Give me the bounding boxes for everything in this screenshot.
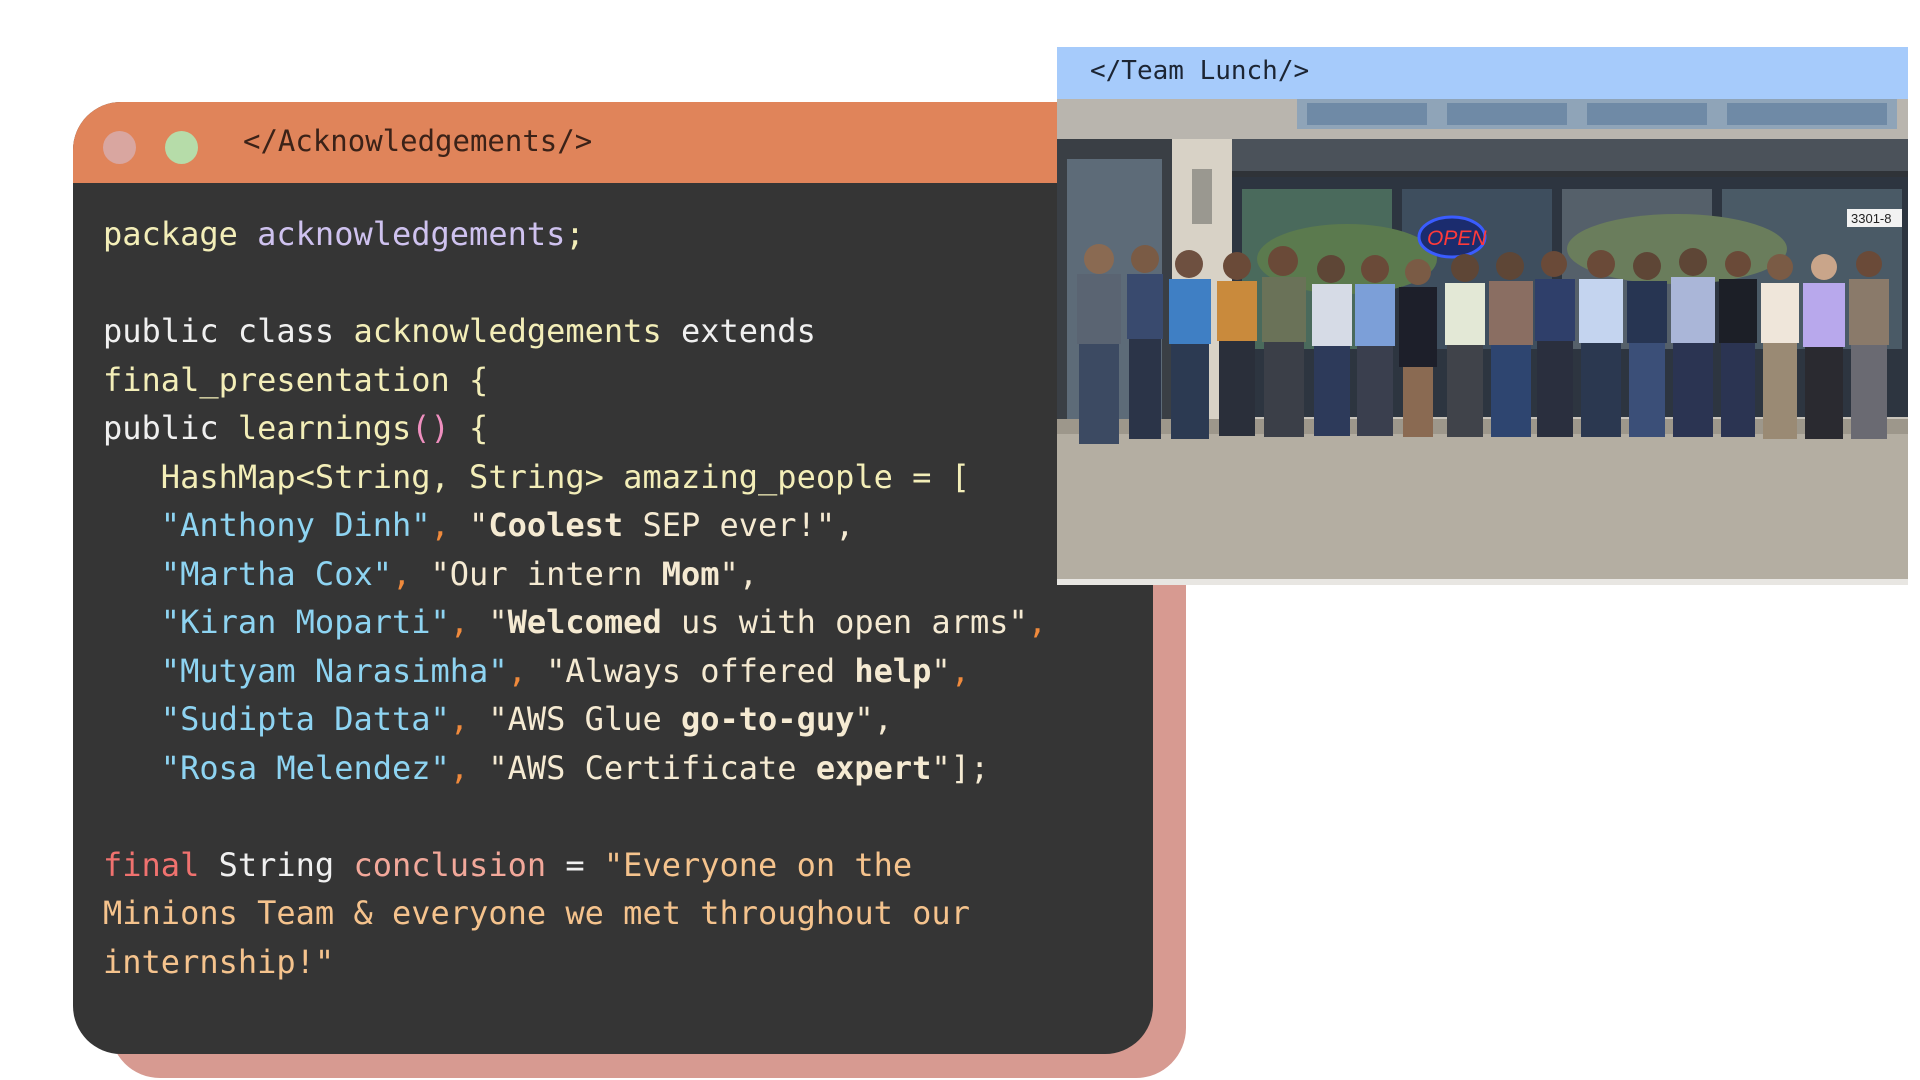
window-control-dot[interactable] [165,131,198,164]
code-token: SEP ever!", [623,506,855,544]
code-token: ", [854,700,893,738]
code-token: " [488,603,508,641]
code-token: final_presentation { [103,360,489,399]
code-token: HashMap<String, String> amazing_people =… [103,457,970,496]
code-token: acknowledgements [353,312,681,350]
code-window: </Acknowledgements/> package acknowledge… [73,102,1153,1054]
code-line: "Anthony Dinh", "Coolest SEP ever!", [103,501,1047,550]
code-token: "Rosa Melendez" [103,748,450,787]
code-token: class [237,312,354,350]
window-control-dot[interactable] [103,131,136,164]
photo-window-titlebar: </Team Lunch/> [1057,47,1908,99]
code-token: expert [815,748,932,787]
address-text: 3301-8 [1851,211,1891,226]
code-token: , [507,651,547,690]
code-token: final [103,845,219,884]
code-token: package [103,215,258,253]
code-line: internship!" [103,938,1047,987]
code-token: acknowledgements [257,215,566,253]
code-token: , [950,651,970,690]
code-token: " [931,651,951,690]
code-token: "Mutyam Narasimha" [103,651,508,690]
code-token: us with open arms" [661,603,1028,641]
code-token: "Anthony Dinh" [103,506,431,544]
code-line: HashMap<String, String> amazing_people =… [103,453,1047,502]
code-line: "Martha Cox", "Our intern Mom", [103,550,1047,599]
code-token: ", [719,554,759,593]
open-sign-text: OPEN [1427,227,1487,250]
code-token: , [430,506,470,544]
code-token: learnings [237,409,412,447]
code-line: final_presentation { [103,356,1047,405]
code-token: { [449,409,489,447]
code-line: "Rosa Melendez", "AWS Certificate expert… [103,744,1047,793]
code-line: package acknowledgements; [103,210,1047,259]
code-line: "Kiran Moparti", "Welcomed us with open … [103,598,1047,647]
code-token: ; [565,215,585,253]
code-line: "Sudipta Datta", "AWS Glue go-to-guy", [103,695,1047,744]
team-lunch-photo: 3301-8 OPEN [1057,99,1908,585]
code-token: public [103,409,238,447]
code-window-titlebar: </Acknowledgements/> [73,102,1153,183]
code-token: "Everyone on the [603,845,913,884]
code-token: Mom [661,554,720,593]
code-token: Minions Team & everyone we met throughou… [103,894,970,932]
photo-window-title: </Team Lunch/> [1090,56,1310,86]
code-token: "Our intern [430,554,662,593]
code-token: Coolest [488,506,624,544]
code-token: "Always offered [546,651,855,690]
code-line: public class acknowledgements extends [103,307,1047,356]
code-token: help [854,651,932,690]
code-token: , [391,554,431,593]
photo-window: </Team Lunch/> 3301-8 OPEN [1057,47,1908,585]
code-token: "AWS Certificate [488,748,816,787]
code-token: = [546,845,604,884]
code-line: final String conclusion = "Everyone on t… [103,841,1047,890]
code-token: () [411,409,450,447]
code-line: public learnings() { [103,404,1047,453]
code-token: "]; [931,748,990,787]
code-token: , [449,603,489,641]
code-token: "Martha Cox" [103,554,392,593]
code-line: "Mutyam Narasimha", "Always offered help… [103,647,1047,696]
code-token: " [469,506,489,544]
code-token: , [449,700,489,738]
code-window-title: </Acknowledgements/> [243,124,593,158]
code-token: "Sudipta Datta" [103,700,450,738]
code-token: extends [680,312,816,350]
code-block: package acknowledgements; public class a… [103,210,1047,986]
code-token: go-to-guy [680,700,855,738]
code-token: String [218,845,354,884]
code-token: conclusion [353,845,547,884]
code-token: public [103,312,238,350]
code-token: , [1027,603,1048,641]
code-token: "Kiran Moparti" [103,603,450,641]
code-token: "AWS Glue [488,700,681,738]
code-token: internship!" [103,942,335,981]
code-token: , [449,748,489,787]
code-line: Minions Team & everyone we met throughou… [103,889,1047,938]
code-token: Welcomed [507,603,662,641]
